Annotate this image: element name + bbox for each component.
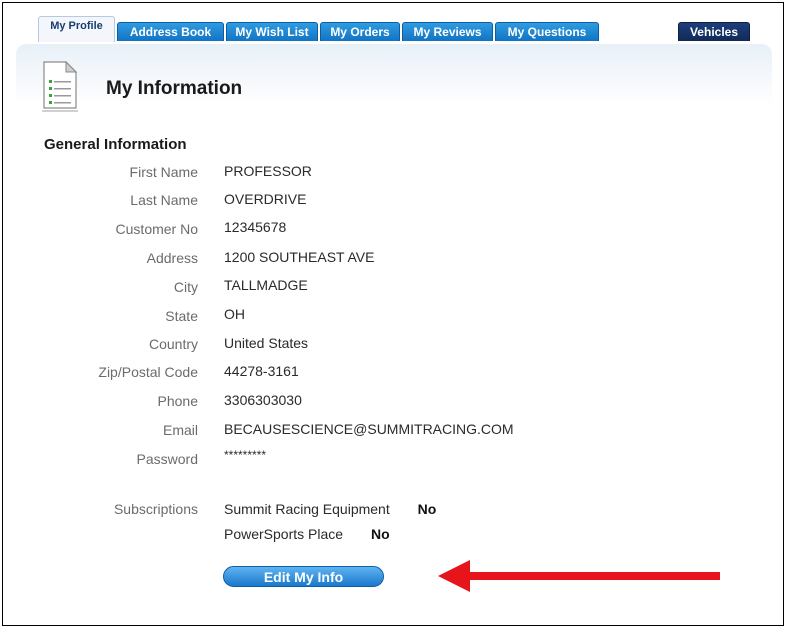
- section-title: General Information: [44, 136, 187, 153]
- subscription-value: No: [370, 526, 390, 542]
- field-label: Last Name: [130, 192, 198, 208]
- field-label: City: [173, 279, 198, 295]
- field-value: United States: [224, 335, 309, 351]
- field-value: PROFESSOR: [224, 163, 312, 179]
- field-label: Password: [136, 451, 198, 467]
- tab-my-wish-list[interactable]: My Wish List: [226, 22, 318, 41]
- tab-address-book[interactable]: Address Book: [117, 22, 224, 41]
- page-title: My Information: [106, 78, 243, 99]
- field-value: 12345678: [224, 219, 287, 235]
- field-label: State: [165, 308, 198, 324]
- field-label: Phone: [157, 393, 198, 409]
- subscription-item: PowerSports Place No: [224, 526, 390, 542]
- subscription-item: Summit Racing Equipment No: [224, 501, 436, 517]
- field-label: Customer No: [115, 221, 198, 237]
- subscription-name: Summit Racing Equipment: [224, 501, 390, 517]
- field-value: *********: [224, 448, 267, 462]
- field-label: Zip/Postal Code: [98, 364, 198, 380]
- field-label: First Name: [129, 164, 198, 180]
- field-value: 44278-3161: [224, 363, 299, 379]
- field-value: TALLMADGE: [224, 277, 308, 293]
- subscription-value: No: [417, 501, 437, 517]
- tab-my-profile[interactable]: My Profile: [38, 16, 115, 42]
- tab-vehicles[interactable]: Vehicles: [678, 22, 750, 41]
- tab-my-orders[interactable]: My Orders: [320, 22, 400, 41]
- field-value: BECAUSESCIENCE@SUMMITRACING.COM: [224, 421, 514, 437]
- field-label: Email: [162, 422, 198, 438]
- field-label: Address: [146, 250, 198, 266]
- subscriptions-label: Subscriptions: [113, 501, 198, 517]
- red-arrow-annotation: [438, 560, 720, 592]
- subscription-name: PowerSports Place: [224, 526, 344, 542]
- edit-my-info-button[interactable]: Edit My Info: [223, 566, 384, 587]
- tab-my-questions[interactable]: My Questions: [495, 22, 599, 41]
- tab-my-reviews[interactable]: My Reviews: [402, 22, 493, 41]
- field-value: OVERDRIVE: [224, 191, 307, 207]
- field-value: 1200 SOUTHEAST AVE: [224, 249, 375, 265]
- field-value: OH: [224, 306, 245, 322]
- field-value: 3306303030: [224, 392, 302, 408]
- document-icon: [42, 60, 78, 112]
- field-label: Country: [148, 336, 198, 352]
